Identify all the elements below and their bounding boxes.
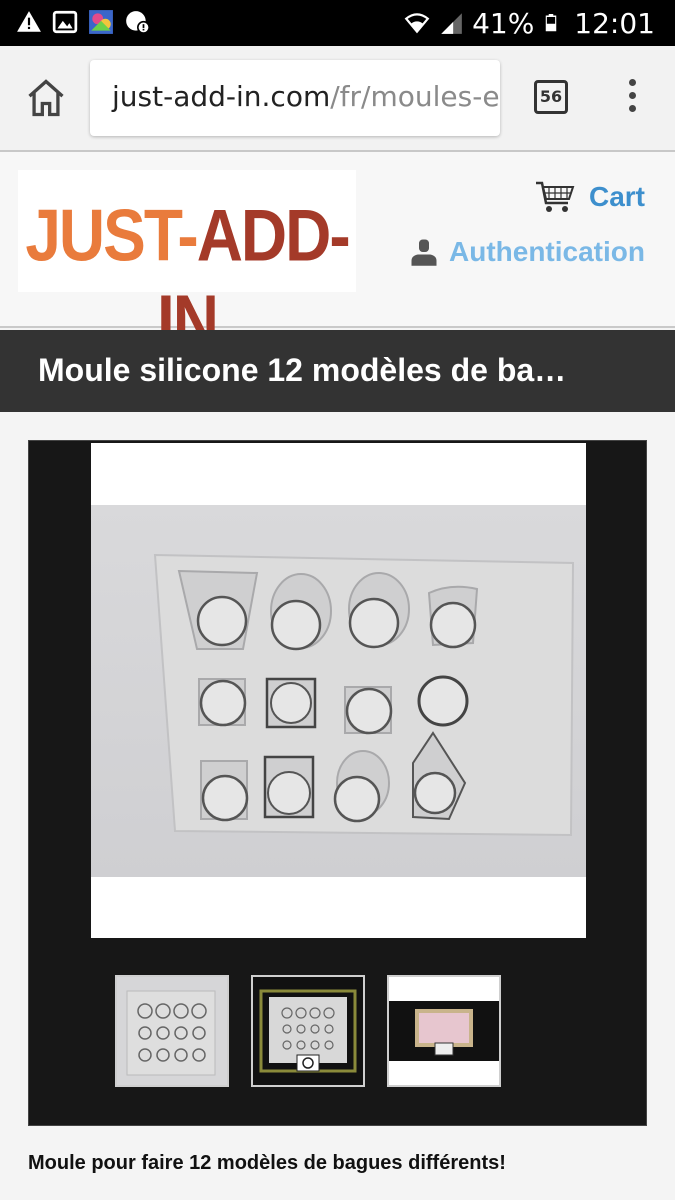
browser-toolbar: just-add-in.com/fr/moules-e 56: [0, 46, 675, 152]
thumbnail-strip: [115, 975, 501, 1087]
user-icon: [411, 239, 437, 266]
product-description: Moule pour faire 12 modèles de bagues di…: [28, 1152, 506, 1174]
menu-dots-icon[interactable]: [622, 76, 642, 120]
notification-icons: [16, 9, 150, 35]
url-path: /fr/moules-e: [330, 80, 500, 113]
tabs-icon[interactable]: 56: [534, 80, 568, 114]
thumbnail-3[interactable]: [387, 975, 501, 1087]
product-title-bar: Moule silicone 12 modèles de ba…: [0, 330, 675, 412]
page-title: Moule silicone 12 modèles de ba…: [38, 352, 567, 388]
cart-link[interactable]: Cart: [535, 180, 645, 214]
mold-photo: [91, 505, 586, 877]
cart-label: Cart: [588, 181, 645, 212]
cart-icon: [535, 181, 575, 212]
url-host: just-add-in.com: [112, 80, 331, 113]
url-text: just-add-in.com/fr/moules-e: [112, 80, 500, 113]
site-logo[interactable]: JUST-ADD-IN: [18, 170, 356, 362]
address-bar[interactable]: just-add-in.com/fr/moules-e: [90, 60, 500, 136]
main-product-image[interactable]: [91, 443, 586, 938]
home-icon[interactable]: [24, 76, 68, 120]
status-bar: 41% 12:01: [0, 0, 675, 46]
thumbnail-2[interactable]: [251, 975, 365, 1087]
site-header: JUST-ADD-IN Cart Authentication: [0, 152, 675, 362]
thumbnail-1[interactable]: [115, 975, 229, 1087]
authentication-label: Authentication: [449, 236, 645, 267]
battery-icon: [546, 14, 557, 32]
authentication-link[interactable]: Authentication: [409, 236, 645, 268]
battery-percent: 41%: [472, 6, 535, 40]
wifi-icon: [404, 13, 430, 34]
image-icon: [52, 10, 78, 34]
app-thumbnail-icon: [89, 10, 113, 34]
clock: 12:01: [574, 6, 655, 40]
warning-icon: [17, 11, 41, 32]
signal-icon: [441, 13, 462, 34]
product-gallery: [28, 440, 647, 1126]
system-indicators: 41% 12:01: [404, 4, 655, 42]
data-saver-icon: [126, 11, 150, 34]
